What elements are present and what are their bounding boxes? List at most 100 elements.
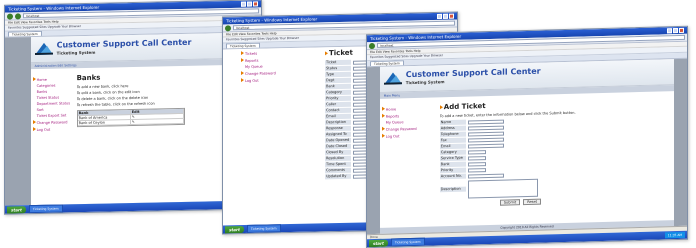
arrow-icon — [241, 71, 244, 76]
nav-item-reports[interactable]: Reports — [381, 113, 422, 119]
nav-item-reports[interactable]: Reports — [241, 57, 281, 63]
start-button[interactable]: start — [7, 205, 26, 214]
reset-button[interactable]: Reset — [523, 198, 541, 206]
nav-item-change-password[interactable]: Change Password — [241, 70, 281, 76]
taskbar-item[interactable]: Ticketing System — [390, 237, 425, 247]
field-label: Date Opened — [325, 137, 351, 144]
arrow-icon — [241, 58, 244, 63]
taskbar-item[interactable]: Ticketing System — [28, 204, 63, 214]
nav-item-department-status[interactable]: Department Status — [37, 101, 73, 106]
field-label: Ticket — [325, 59, 351, 66]
banks-table: Bank Edit Bank of America ✎ Bank of Ceylon… — [76, 107, 185, 128]
left-nav: Home Categories Banks Ticket Status Depa… — [32, 76, 73, 134]
nav-item-logout[interactable]: Log Out — [241, 77, 281, 83]
field-label: Telephone — [439, 131, 466, 138]
nav-item-tickets[interactable]: Tickets — [241, 50, 281, 56]
start-button[interactable]: start — [225, 225, 244, 233]
taskbar-item[interactable]: Ticketing System — [246, 224, 281, 233]
back-icon[interactable] — [369, 42, 375, 49]
arrow-icon — [32, 120, 36, 125]
main-content: Add Ticket To add a new ticket, enter th… — [439, 97, 670, 207]
minimize-icon[interactable] — [437, 13, 442, 19]
page-area: Customer Support Call Center Ticketing S… — [367, 58, 687, 235]
text-field[interactable] — [467, 143, 504, 149]
site-subtitle: Ticketing System — [405, 79, 445, 86]
nav-item-home[interactable]: Home — [381, 106, 422, 112]
add-ticket-icon — [439, 105, 443, 110]
field-label: Response — [325, 125, 351, 132]
nav-item-change-password[interactable]: Change Password — [32, 119, 73, 125]
text-field[interactable] — [467, 125, 504, 131]
arrow-icon — [32, 127, 36, 132]
left-nav: Home Reports My Queue Change Password Lo… — [381, 106, 422, 141]
left-nav: Tickets Reports My Queue Change Password… — [241, 50, 281, 85]
arrow-icon — [241, 78, 244, 83]
back-icon[interactable] — [225, 24, 231, 31]
field-label: Email — [325, 113, 351, 120]
site: Customer Support Call Center Ticketing S… — [379, 59, 675, 234]
text-field[interactable] — [467, 137, 504, 143]
close-icon[interactable] — [679, 27, 684, 34]
field-label: Email — [439, 143, 466, 150]
text-field[interactable] — [467, 119, 504, 125]
maximize-icon[interactable] — [673, 28, 678, 34]
field-label: Fax — [439, 137, 466, 144]
field-label: Closed By — [325, 149, 351, 156]
field-label: Priority — [325, 95, 351, 102]
table-row[interactable]: Bank of Ceylon ✎ — [77, 118, 184, 127]
nav-item-sort[interactable]: Sort — [37, 107, 73, 112]
start-button[interactable]: start — [369, 239, 388, 247]
select-field[interactable] — [467, 161, 486, 167]
select-field[interactable] — [467, 149, 486, 155]
back-icon[interactable] — [7, 13, 13, 20]
close-icon[interactable] — [253, 1, 258, 7]
select-field[interactable] — [467, 155, 486, 161]
nav-item-ticket-status[interactable]: Ticket Status — [37, 95, 73, 100]
minimize-icon[interactable] — [667, 28, 672, 34]
nav-item-logout[interactable]: Log Out — [381, 133, 422, 139]
text-field[interactable] — [467, 131, 504, 137]
site-banner: Customer Support Call Center Ticketing S… — [30, 32, 236, 64]
select-field[interactable] — [467, 167, 486, 173]
site: Customer Support Call Center Ticketing S… — [30, 32, 236, 206]
field-label: Type — [325, 71, 351, 78]
textarea-field[interactable] — [467, 178, 538, 199]
text-field[interactable] — [467, 173, 504, 179]
field-label: Time Spent — [325, 161, 351, 168]
site-title: Customer Support Call Center — [56, 37, 192, 50]
nav-item-home[interactable]: Home — [32, 76, 73, 82]
arrow-icon — [381, 113, 385, 118]
submit-button[interactable]: Submit — [499, 199, 521, 206]
site-subtitle: Ticketing System — [56, 49, 96, 56]
arrow-icon — [381, 133, 385, 138]
forward-icon[interactable] — [15, 12, 21, 19]
nav-item-categories[interactable]: Categories — [37, 83, 73, 88]
nav-item-my-queue[interactable]: My Queue — [245, 64, 281, 69]
field-label: Account No. — [439, 173, 466, 180]
field-label: Dept — [325, 77, 351, 84]
field-label: Date Closed — [325, 143, 351, 150]
minimize-icon[interactable] — [241, 1, 246, 7]
nav-item-change-password[interactable]: Change Password — [381, 126, 422, 132]
maximize-icon[interactable] — [443, 13, 448, 19]
screenshot-add-ticket: Ticketing System - Windows Internet Expl… — [366, 25, 688, 248]
field-label: Contact — [325, 107, 351, 114]
field-label: Comments — [325, 167, 351, 174]
maximize-icon[interactable] — [247, 1, 252, 7]
field-label: Priority — [439, 167, 466, 174]
nav-item-my-queue[interactable]: My Queue — [386, 120, 422, 124]
system-clock: 11:35 AM — [664, 231, 685, 239]
field-label: Bank — [325, 83, 351, 90]
edit-icon[interactable]: ✎ — [130, 118, 184, 125]
nav-item-banks[interactable]: Banks — [37, 89, 73, 94]
arrow-icon — [381, 106, 385, 111]
site-title: Customer Support Call Center — [405, 66, 541, 80]
nav-item-logout[interactable]: Log Out — [32, 126, 73, 132]
logo-icon — [34, 42, 53, 56]
close-icon[interactable] — [449, 13, 454, 19]
nav-item-ticket-export[interactable]: Ticket Export Set — [37, 113, 73, 118]
field-label: Category — [439, 149, 466, 156]
arrow-icon — [241, 51, 244, 56]
add-ticket-form: Name Address Telephone Fax Email Category Serv… — [439, 114, 670, 199]
main-content: Banks To add a new bank, click here To e… — [76, 71, 232, 128]
